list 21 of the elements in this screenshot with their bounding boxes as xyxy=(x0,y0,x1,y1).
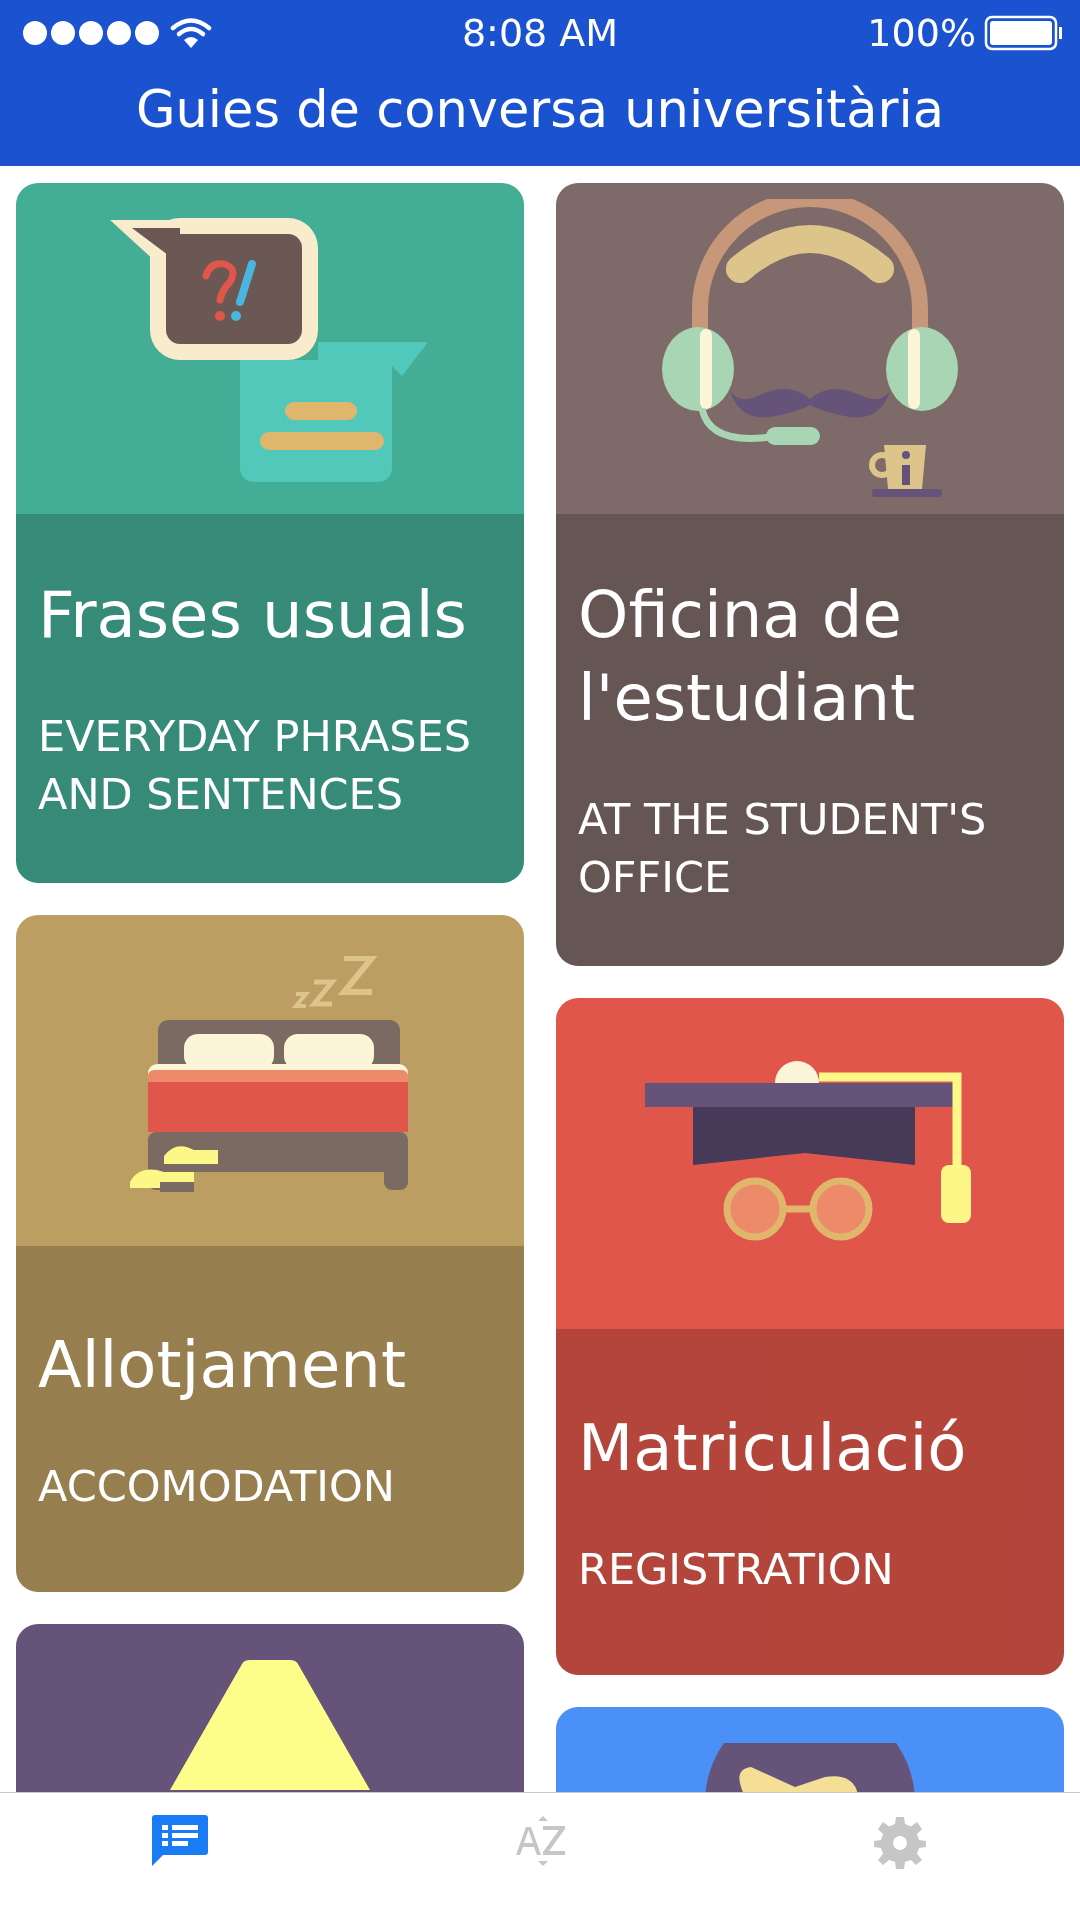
category-card[interactable]: Frases usuals EVERYDAY PHRASES AND SENTENCES xyxy=(16,183,524,884)
category-card[interactable]: Allotjament ACCOMODATION xyxy=(16,915,524,1593)
card-subtitle: REGISTRATION xyxy=(578,1543,895,1597)
card-subtitle: AT THE STUDENT'S OFFICE xyxy=(578,793,988,905)
status-time: 8:08 AM xyxy=(461,14,619,52)
card-subtitle: EVERYDAY PHRASES AND SENTENCES xyxy=(38,710,473,822)
wifi-icon xyxy=(170,17,212,49)
battery-percent: 100% xyxy=(867,9,976,57)
category-card[interactable]: Matriculació REGISTRATION xyxy=(556,998,1064,1676)
chat-list-icon[interactable] xyxy=(152,1815,208,1869)
category-card[interactable]: Oficina de l'estudiant AT THE STUDENT'S OFFICE xyxy=(556,183,1064,967)
card-title: Allotjament xyxy=(38,1326,407,1404)
battery-icon xyxy=(984,15,1064,51)
signal-dots-icon xyxy=(22,20,162,46)
card-title: Matriculació xyxy=(578,1409,968,1487)
category-card[interactable] xyxy=(16,1624,524,1792)
card-title: Frases usuals xyxy=(38,577,468,654)
category-card[interactable] xyxy=(556,1707,1064,1792)
card-title: Oficina de l'estudiant xyxy=(578,577,917,738)
app-title: Guies de conversa universitària xyxy=(135,79,945,135)
card-subtitle: ACCOMODATION xyxy=(38,1459,396,1513)
